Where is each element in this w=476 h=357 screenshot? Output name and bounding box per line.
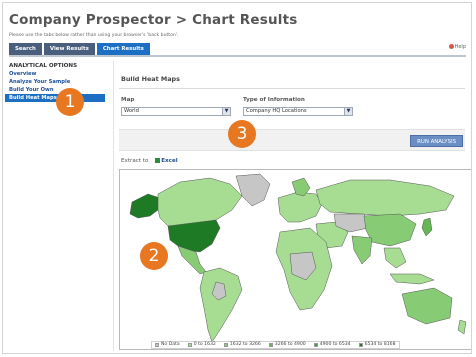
excel-icon xyxy=(155,158,161,163)
legend-item-1632-3266: 1632 to 3266 xyxy=(223,342,261,348)
info-type-field-label: Type of Information xyxy=(243,97,305,103)
sidebar-item-analyze-sample[interactable]: Analyze Your Sample xyxy=(5,78,105,86)
map-select-value: World xyxy=(124,108,139,114)
tab-chart-results[interactable]: Chart Results xyxy=(96,43,150,55)
map-select[interactable]: World ▼ xyxy=(121,107,231,116)
legend-item-4900-6534: 4900 to 6534 xyxy=(313,342,351,348)
legend-item-3266-4900: 3266 to 4900 xyxy=(268,342,306,348)
legend-item-no-data: No Data xyxy=(155,342,180,348)
help-label: Help xyxy=(454,44,466,50)
section-title: Build Heat Maps xyxy=(121,75,180,83)
tab-divider xyxy=(9,55,466,57)
legend-swatch xyxy=(358,343,363,347)
sidebar-heading: ANALYTICAL OPTIONS xyxy=(9,63,78,69)
excel-export-link[interactable]: Excel xyxy=(155,158,178,164)
legend-label: 6534 to 8168 xyxy=(364,342,396,347)
help-link[interactable]: Help xyxy=(448,44,466,50)
step-badge-2: 2 xyxy=(140,242,168,270)
section-divider xyxy=(119,88,465,89)
tab-bar: Search View Results Chart Results xyxy=(9,43,150,55)
help-icon xyxy=(448,44,454,49)
sidebar-item-build-heat-maps[interactable]: Build Heat Maps xyxy=(5,94,105,102)
legend-swatch xyxy=(313,343,318,347)
tab-view-results[interactable]: View Results xyxy=(43,43,95,55)
run-analysis-button[interactable]: RUN ANALYSIS xyxy=(410,135,463,147)
extract-label: Extract to xyxy=(121,158,149,164)
legend-item-6534-8168: 6534 to 8168 xyxy=(358,342,396,348)
step-badge-1: 1 xyxy=(56,88,84,116)
legend-label: 0 to 1632 xyxy=(193,342,216,347)
app-frame: Company Prospector > Chart Results Pleas… xyxy=(2,2,472,354)
legend-label: 1632 to 3266 xyxy=(229,342,261,347)
legend-item-0-1632: 0 to 1632 xyxy=(187,342,216,348)
legend-label: 3266 to 4900 xyxy=(274,342,306,347)
world-map-graphic xyxy=(120,170,471,349)
sidebar: ANALYTICAL OPTIONS Overview Analyze Your… xyxy=(5,61,105,102)
tab-search[interactable]: Search xyxy=(9,43,42,55)
map-legend: No Data 0 to 1632 1632 to 3266 3266 to 4… xyxy=(151,341,400,349)
content-divider xyxy=(113,61,114,351)
legend-swatch xyxy=(187,343,192,347)
extract-row: Extract to Excel xyxy=(121,158,178,164)
info-type-select[interactable]: Company HQ Locations ▼ xyxy=(243,107,353,116)
excel-label: Excel xyxy=(161,158,178,164)
legend-label: 4900 to 6534 xyxy=(319,342,351,347)
chevron-down-icon: ▼ xyxy=(222,108,230,115)
map-field-label: Map xyxy=(121,97,135,103)
sidebar-item-build-your-own[interactable]: Build Your Own xyxy=(5,86,105,94)
legend-swatch xyxy=(223,343,228,347)
run-analysis-bar: RUN ANALYSIS xyxy=(119,129,465,151)
sidebar-item-overview[interactable]: Overview xyxy=(5,70,105,78)
chevron-down-icon: ▼ xyxy=(344,108,352,115)
legend-swatch xyxy=(155,343,159,347)
back-button-notice: Please use the tabs below rather than us… xyxy=(9,33,179,38)
world-heat-map[interactable] xyxy=(119,169,471,350)
step-badge-3: 3 xyxy=(228,120,256,148)
legend-swatch xyxy=(268,343,273,347)
info-type-select-value: Company HQ Locations xyxy=(246,108,307,114)
page-title: Company Prospector > Chart Results xyxy=(9,12,298,28)
legend-label: No Data xyxy=(161,342,180,347)
